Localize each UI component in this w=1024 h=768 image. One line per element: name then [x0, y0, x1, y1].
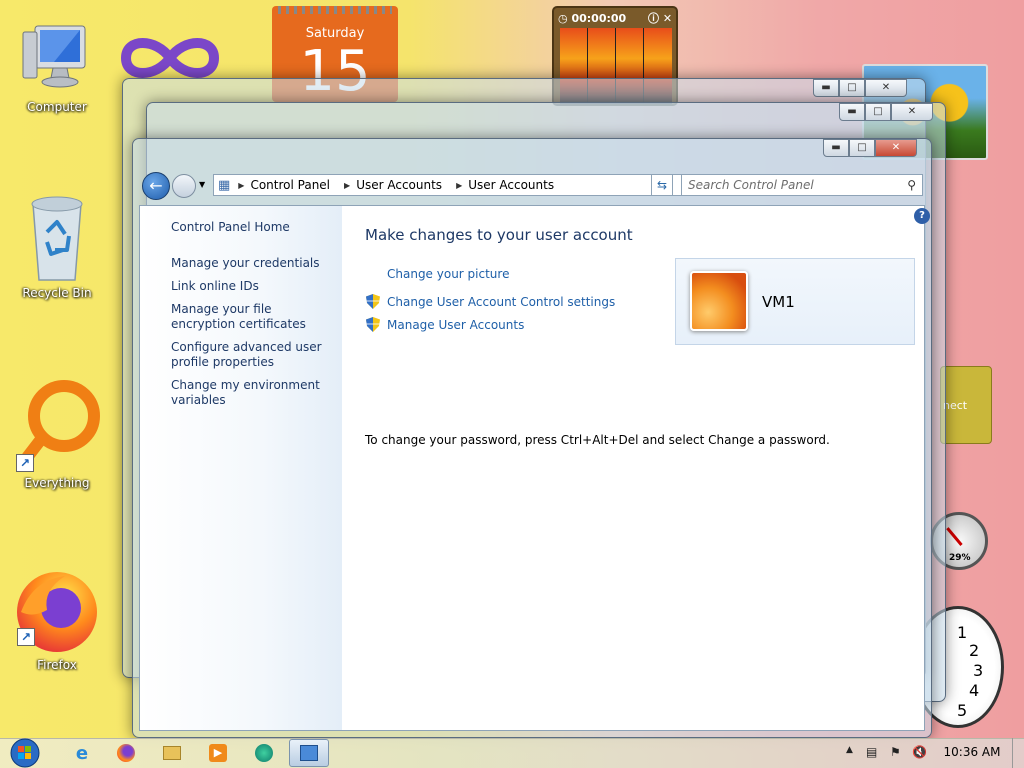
network-icon [255, 744, 273, 762]
desktop-icon-label: Firefox [37, 658, 77, 672]
action-center-flag-icon[interactable]: ⚑ [890, 745, 901, 759]
user-picture[interactable] [690, 271, 748, 331]
desktop-icon-label: Everything [24, 476, 90, 490]
recent-pages-dropdown-icon[interactable]: ▼ [199, 180, 205, 189]
search-input[interactable]: Search Control Panel ⚲ [681, 174, 923, 196]
close-button[interactable]: ✕ [865, 79, 907, 97]
close-button[interactable]: ✕ [891, 103, 933, 121]
show-desktop-button[interactable] [1012, 738, 1024, 768]
tray-expand-icon[interactable]: ▲ [846, 745, 853, 755]
minimize-button[interactable]: ▬ [823, 139, 849, 157]
desktop-icon-everything[interactable]: ↗ Everything [12, 378, 102, 490]
connect-gadget[interactable]: nect [940, 366, 992, 444]
firefox-icon: ↗ [13, 566, 101, 654]
close-icon[interactable]: ✕ [663, 12, 672, 25]
breadcrumb-separator-icon[interactable]: ▶ [344, 181, 350, 190]
recycle-bin-icon [21, 192, 93, 282]
breadcrumb-control-panel[interactable]: Control Panel [250, 178, 330, 192]
page-title: Make changes to your user account [365, 226, 633, 244]
desktop-icon-label: Recycle Bin [22, 286, 92, 300]
breadcrumb-user-accounts-current[interactable]: User Accounts [468, 178, 554, 192]
clock-number: 4 [969, 681, 980, 700]
breadcrumb-separator-icon[interactable]: ▶ [456, 181, 462, 190]
control-panel-icon [300, 745, 318, 761]
content-area: Control Panel Home Manage your credentia… [139, 205, 930, 731]
nav-link-online-ids[interactable]: Link online IDs [171, 279, 336, 294]
meter-percent: 29% [949, 553, 971, 563]
manage-user-accounts-link[interactable]: Manage User Accounts [387, 318, 524, 332]
breadcrumb-separator-icon[interactable]: ▶ [238, 181, 244, 190]
search-icon[interactable]: ⚲ [907, 178, 916, 192]
desktop-icon-label: Computer [27, 100, 87, 114]
timer-bar: ◷ 00:00:00 ⓘ ✕ [558, 10, 674, 26]
folder-icon [163, 746, 181, 760]
nav-control-panel-home[interactable]: Control Panel Home [171, 220, 336, 235]
nav-file-encryption[interactable]: Manage your file encryption certificates [171, 302, 336, 332]
nav-environment-variables[interactable]: Change my environment variables [171, 378, 336, 408]
close-button[interactable]: ✕ [875, 139, 917, 157]
shortcut-arrow-icon: ↗ [16, 454, 34, 472]
password-note: To change your password, press Ctrl+Alt+… [365, 433, 830, 447]
breadcrumb-user-accounts[interactable]: User Accounts [356, 178, 442, 192]
taskbar-media-player[interactable]: ▶ [198, 739, 238, 767]
user-name: VM1 [762, 293, 795, 311]
calendar-rings [278, 6, 392, 14]
nav-advanced-profile[interactable]: Configure advanced user profile properti… [171, 340, 336, 370]
refresh-icon: ⇆ [656, 178, 668, 192]
volume-muted-icon[interactable]: 🔇 [912, 745, 927, 759]
magnifier-icon: ↗ [12, 378, 102, 472]
uac-shield-icon [366, 294, 380, 309]
minimize-button[interactable]: ▬ [813, 79, 839, 97]
back-button[interactable]: ← [142, 172, 170, 200]
media-player-icon: ▶ [209, 744, 227, 762]
taskbar-file-explorer[interactable] [152, 739, 192, 767]
uac-shield-icon [366, 317, 380, 332]
back-arrow-icon: ← [149, 176, 163, 195]
taskbar-network[interactable] [244, 739, 284, 767]
control-panel-icon: ▦ [218, 177, 231, 193]
user-accounts-window[interactable]: ▬ □ ✕ ▦ ▶ Control Panel ▶ User Accounts … [132, 138, 932, 738]
user-account-card: VM1 [675, 258, 915, 345]
desktop-icon-firefox[interactable]: ↗ Firefox [12, 566, 102, 672]
maximize-button[interactable]: □ [849, 139, 875, 157]
maximize-button[interactable]: □ [839, 79, 865, 97]
computer-icon [21, 22, 93, 96]
refresh-button[interactable]: ⇆ [651, 174, 673, 196]
window-controls: ▬ □ ✕ [823, 139, 917, 157]
desktop-icon-computer[interactable]: Computer [12, 22, 102, 114]
clock-icon: ◷ [558, 12, 568, 25]
nav-manage-credentials[interactable]: Manage your credentials [171, 256, 336, 271]
help-icon[interactable]: ⓘ [648, 12, 659, 25]
window-controls: ▬ □ ✕ [813, 79, 907, 97]
start-button[interactable] [6, 738, 44, 768]
windows-logo-icon [10, 738, 40, 768]
internet-explorer-icon: e [75, 742, 89, 764]
search-placeholder: Search Control Panel [688, 178, 814, 192]
minimize-button[interactable]: ▬ [839, 103, 865, 121]
shortcut-arrow-icon: ↗ [17, 628, 35, 646]
change-uac-settings-link[interactable]: Change User Account Control settings [387, 295, 615, 309]
help-icon[interactable]: ? [914, 208, 930, 224]
clock-number: 3 [973, 661, 984, 680]
taskbar-control-panel[interactable] [289, 739, 329, 767]
clock-number: 5 [957, 701, 968, 720]
left-navigation-pane: Control Panel Home Manage your credentia… [140, 206, 342, 730]
taskbar-firefox[interactable] [106, 739, 146, 767]
puzzle-timer: 00:00:00 [571, 12, 627, 25]
firefox-icon [117, 744, 135, 762]
network-status-icon[interactable]: ▤ [866, 745, 877, 759]
clock-number: 2 [969, 641, 980, 660]
meter-needle [946, 527, 963, 546]
window-controls: ▬ □ ✕ [839, 103, 933, 121]
forward-button[interactable] [172, 174, 196, 198]
desktop-icon-recycle-bin[interactable]: Recycle Bin [12, 192, 102, 300]
connect-label: nect [943, 399, 968, 412]
taskbar-clock[interactable]: 10:36 AM [936, 745, 1008, 759]
maximize-button[interactable]: □ [865, 103, 891, 121]
taskbar-internet-explorer[interactable]: e [62, 739, 102, 767]
clock-number: 1 [957, 623, 968, 642]
change-picture-link[interactable]: Change your picture [387, 267, 509, 281]
